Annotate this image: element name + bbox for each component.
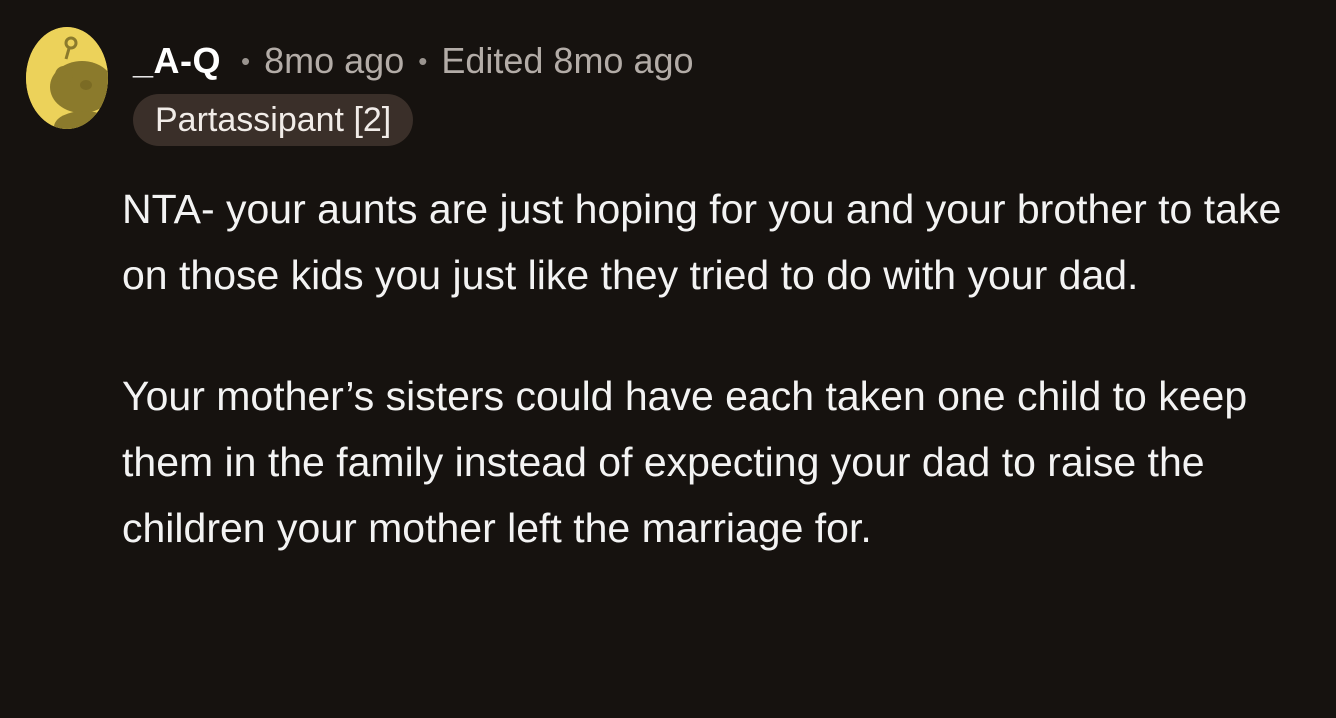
edited-time: Edited 8mo ago [441, 40, 694, 81]
user-avatar[interactable] [26, 27, 108, 129]
comment-header: _A-Q • 8mo ago • Edited 8mo ago [133, 37, 694, 85]
post-time[interactable]: 8mo ago [264, 40, 404, 82]
username-link[interactable]: _A-Q [133, 40, 221, 82]
comment: _A-Q • 8mo ago • Edited 8mo ago Partassi… [0, 0, 1336, 718]
separator-dot: • [418, 45, 428, 76]
comment-body: NTA- your aunts are just hoping for you … [122, 176, 1312, 616]
comment-paragraph: NTA- your aunts are just hoping for you … [122, 186, 1282, 298]
separator-dot: • [241, 45, 251, 76]
user-flair: Partassipant [2] [133, 94, 414, 146]
snoo-avatar-icon [26, 27, 108, 129]
comment-paragraph: Your mother’s sisters could have each ta… [122, 373, 1248, 551]
